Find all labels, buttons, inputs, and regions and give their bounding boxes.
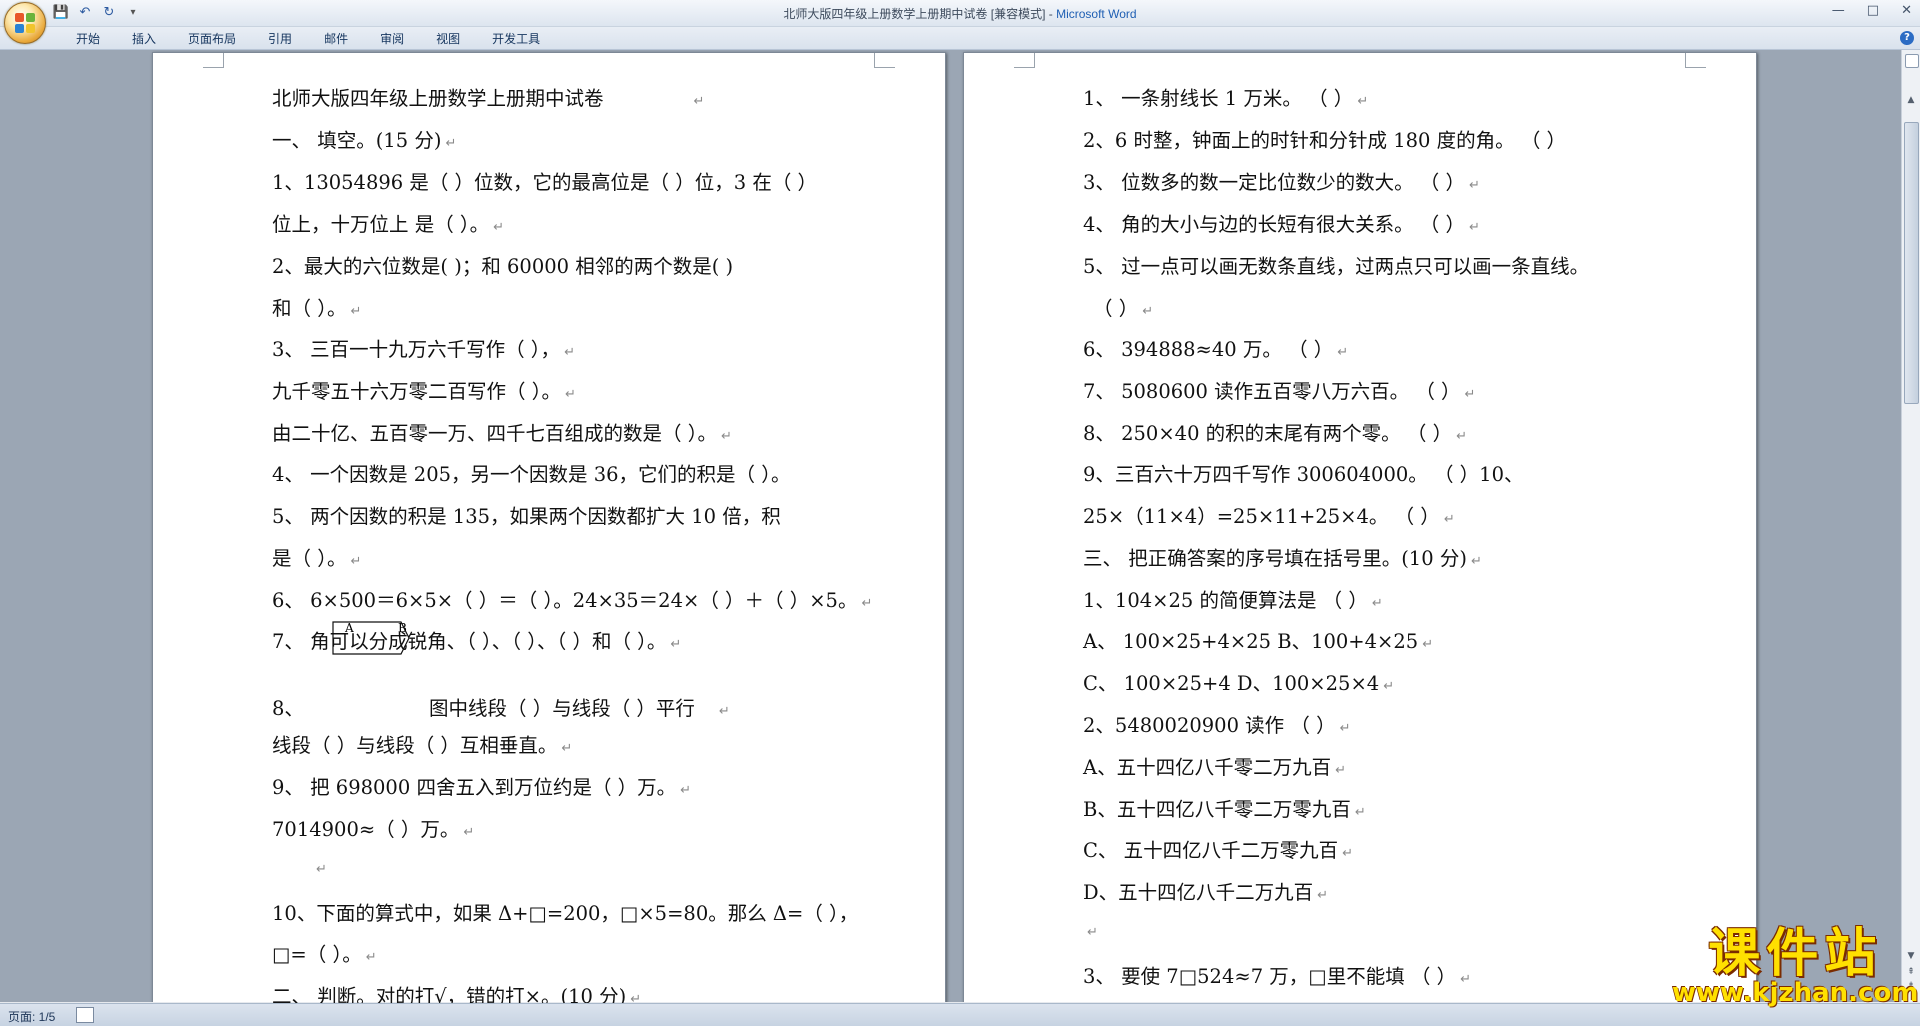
- judgment-item: 8、 250×40 的积的末尾有两个零。 （ ） ↵: [1083, 422, 1467, 445]
- empty-paragraph: ↵: [1087, 925, 1098, 940]
- choice-option: B、五十四亿八千零二万零九百 ↵: [1083, 798, 1366, 821]
- question-line: 位上，十万位上 是（ ）。 ↵: [272, 213, 505, 236]
- tab-mailings[interactable]: 邮件: [308, 30, 364, 48]
- choice-option: A、 100×25+4×25 B、100+4×25 ↵: [1083, 630, 1434, 653]
- choice-option: D、五十四亿八千二万九百 ↵: [1083, 881, 1329, 904]
- empty-paragraph: ↵: [316, 862, 327, 877]
- figure-label-a: A: [344, 621, 354, 635]
- scroll-up-icon[interactable]: ▲: [1905, 94, 1917, 106]
- question-line: 和（ ）。 ↵: [272, 297, 362, 320]
- help-icon[interactable]: ?: [1900, 31, 1914, 45]
- margin-mark: [203, 53, 224, 68]
- question-line: 6、 6×500＝6×5×（ ）＝（ ）。24×35＝24×（ ）＋（ ）×5。…: [272, 589, 873, 612]
- question-line: 10、下面的算式中，如果 Δ+□=200，□×5=80。那么 Δ=（ ），: [272, 902, 859, 925]
- margin-mark: [1014, 53, 1035, 68]
- judgment-item: 6、 394888≈40 万。 （ ） ↵: [1083, 338, 1349, 361]
- figure-label-b: B: [398, 621, 407, 635]
- ribbon-tabs-bar: 开始 插入 页面布局 引用 邮件 审阅 视图 开发工具 ?: [0, 27, 1920, 50]
- choice-question: 3、 要使 7□524≈7 万，□里不能填 （ ） ↵: [1083, 965, 1472, 988]
- status-bar: 页面: 1/5: [0, 1003, 1920, 1026]
- tab-page-layout[interactable]: 页面布局: [172, 30, 252, 48]
- watermark-text: 课件站: [1708, 924, 1883, 984]
- tab-references[interactable]: 引用: [252, 30, 308, 48]
- question-line: 2、最大的六位数是( )；和 60000 相邻的两个数是( ): [272, 255, 734, 278]
- watermark-url: www.kjzhan.com: [1672, 978, 1919, 1008]
- judgment-item: 7、 5080600 读作五百零八万六百。 （ ） ↵: [1083, 380, 1476, 403]
- judgment-item: 5、 过一点可以画无数条直线，过两点只可以画一条直线。: [1083, 255, 1590, 278]
- choice-option: A、五十四亿八千零二万九百 ↵: [1083, 756, 1346, 779]
- judgment-item: 3、 位数多的数一定比位数少的数大。 （ ） ↵: [1083, 171, 1480, 194]
- section-heading: 三、 把正确答案的序号填在括号里。(10 分) ↵: [1083, 547, 1482, 570]
- question-line: 1、13054896 是（ ）位数，它的最高位是（ ）位，3 在（ ）: [272, 171, 818, 194]
- title-bar: 💾 ↶ ↻ ▾ 北师大版四年级上册数学上册期中试卷 [兼容模式] - Micro…: [0, 0, 1920, 44]
- question-line: 4、 一个因数是 205，另一个因数是 36，它们的积是（ ）。: [272, 463, 791, 486]
- macro-recording-icon[interactable]: [76, 1007, 94, 1023]
- question-line: 7014900≈（ ）万。 ↵: [272, 818, 475, 841]
- tab-review[interactable]: 审阅: [364, 30, 420, 48]
- margin-mark: [1685, 53, 1706, 68]
- window-controls: — □ ✕: [1832, 3, 1912, 18]
- judgment-item: 2、6 时整，钟面上的时针和分针成 180 度的角。 （ ）: [1083, 129, 1567, 152]
- document-title-line: 北师大版四年级上册数学上册期中试卷 ↵: [272, 87, 705, 110]
- minimize-icon[interactable]: —: [1832, 3, 1845, 18]
- close-icon[interactable]: ✕: [1901, 3, 1912, 18]
- office-logo-icon: [15, 13, 35, 33]
- line-segment-figure: A B: [332, 621, 410, 655]
- section-heading: 一、 填空。(15 分) ↵: [272, 129, 457, 152]
- question-line: 九千零五十六万零二百写作（ ）。 ↵: [272, 380, 576, 403]
- tab-insert[interactable]: 插入: [116, 30, 172, 48]
- ruler-toggle-icon[interactable]: [1905, 54, 1919, 68]
- question-line: 8、: [272, 697, 304, 720]
- choice-question: 2、5480020900 读作 （ ） ↵: [1083, 714, 1351, 737]
- judgment-item: 1、 一条射线长 1 万米。 （ ） ↵: [1083, 87, 1369, 110]
- window-title: 北师大版四年级上册数学上册期中试卷 [兼容模式] - Microsoft Wor…: [0, 5, 1920, 22]
- choice-option: C、 100×25+4 D、100×25×4 ↵: [1083, 672, 1395, 695]
- judgment-item: 9、三百六十万四千写作 300604000。 （ ）10、: [1083, 463, 1524, 486]
- maximize-icon[interactable]: □: [1867, 3, 1879, 18]
- judgment-item: （ ） ↵: [1093, 297, 1154, 320]
- site-watermark: 课件站 www.kjzhan.com: [1672, 926, 1918, 1008]
- judgment-item: 4、 角的大小与边的长短有很大关系。 （ ） ↵: [1083, 213, 1480, 236]
- app-name: Microsoft Word: [1056, 7, 1137, 21]
- question-line: 9、 把 698000 四舍五入到万位约是（ ）万。 ↵: [272, 776, 692, 799]
- office-button[interactable]: [4, 2, 46, 44]
- page-indicator[interactable]: 页面: 1/5: [8, 1008, 55, 1025]
- document-title: 北师大版四年级上册数学上册期中试卷 [兼容模式] -: [783, 7, 1057, 21]
- margin-mark: [874, 53, 895, 68]
- tab-developer[interactable]: 开发工具: [476, 30, 556, 48]
- question-line: 线段（ ）与线段（ ）互相垂直。 ↵: [272, 734, 573, 757]
- choice-question: 1、104×25 的简便算法是 （ ） ↵: [1083, 589, 1383, 612]
- tab-home[interactable]: 开始: [60, 30, 116, 48]
- question-line: 3、 三百一十九万六千写作（ ）， ↵: [272, 338, 575, 361]
- question-line: 是（ ）。 ↵: [272, 547, 362, 570]
- scroll-thumb[interactable]: [1904, 122, 1919, 404]
- tab-view[interactable]: 视图: [420, 30, 476, 48]
- vertical-scrollbar[interactable]: ▲ ▼ ⇞ ⇟: [1901, 50, 1920, 1002]
- question-line: 5、 两个因数的积是 135，如果两个因数都扩大 10 倍，积: [272, 505, 781, 528]
- judgment-item: 25×（11×4）=25×11+25×4。 （ ） ↵: [1083, 505, 1455, 528]
- choice-option: C、 五十四亿八千二万零九百 ↵: [1083, 839, 1354, 862]
- question-line: □=（ ）。 ↵: [272, 943, 377, 966]
- question-line: 由二十亿、五百零一万、四千七百组成的数是（ ）。 ↵: [272, 422, 732, 445]
- question-line: 图中线段（ ）与线段（ ）平行 ↵: [429, 697, 730, 720]
